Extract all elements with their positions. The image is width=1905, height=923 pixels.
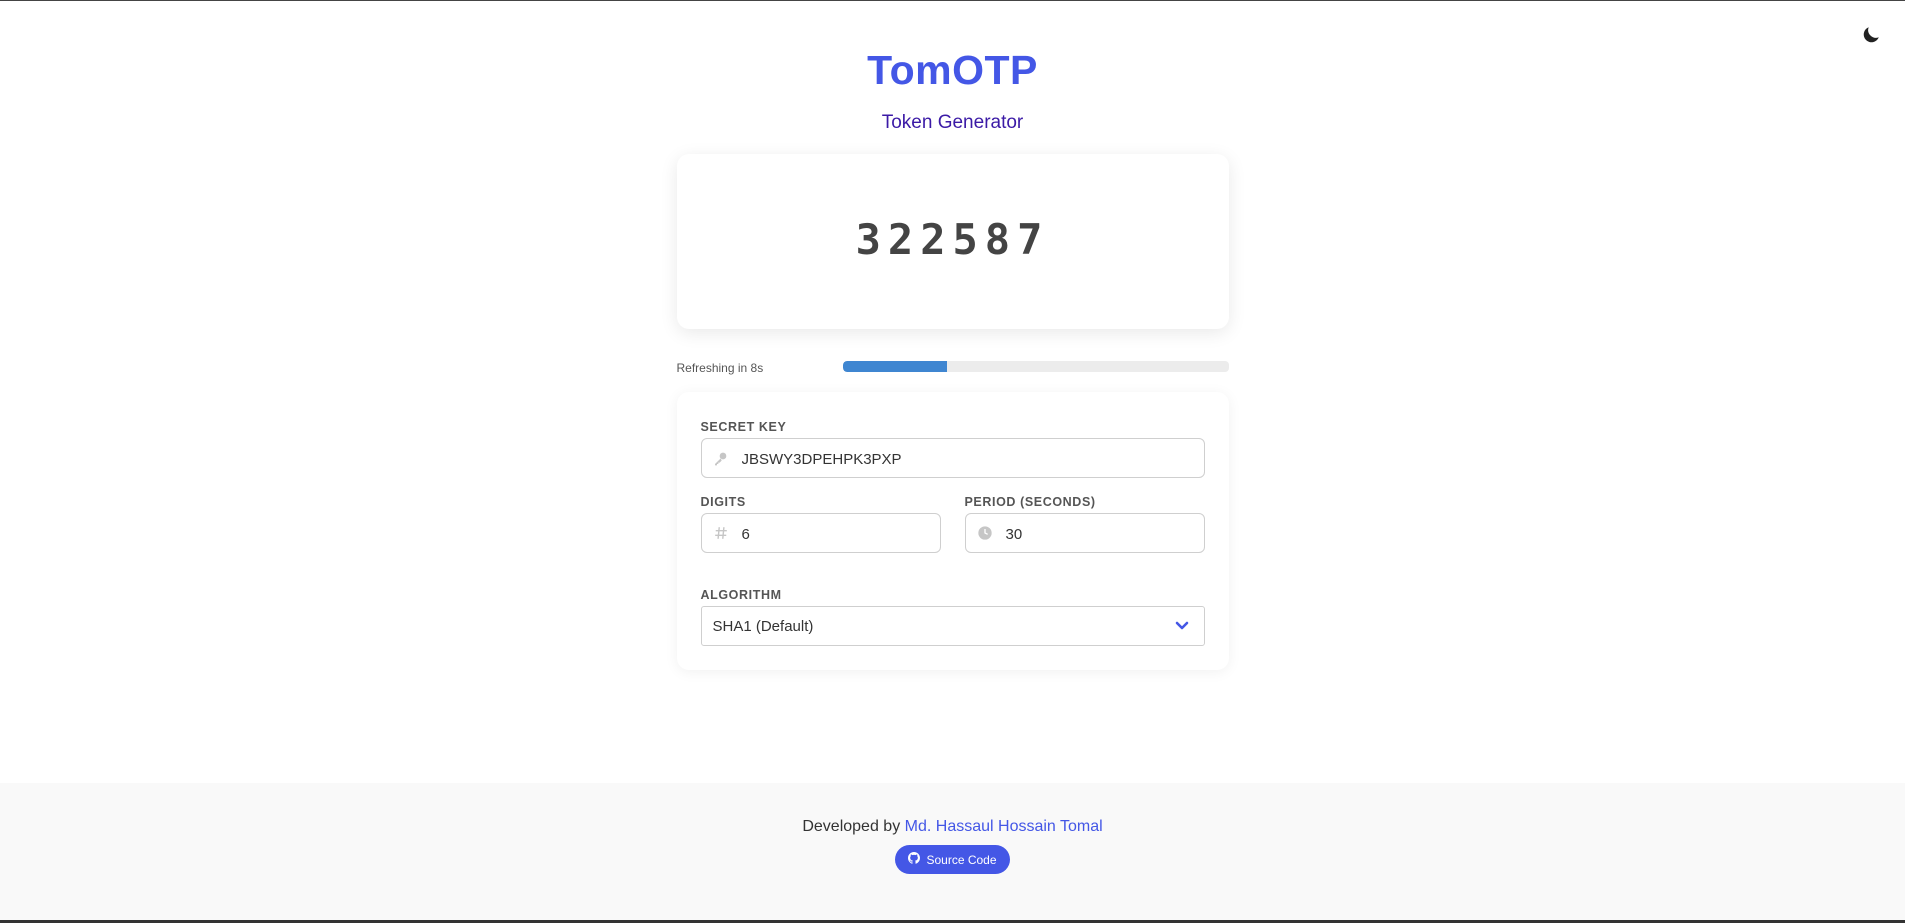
digits-period-row: DIGITS PERIOD (SECONDS) <box>700 495 1205 553</box>
algorithm-selected-value: SHA1 (Default) <box>712 617 814 635</box>
header: TomOTP Token Generator <box>0 1 1905 134</box>
source-code-button[interactable]: Source Code <box>895 845 1010 874</box>
refresh-progress-bar <box>842 360 1229 372</box>
algorithm-label: ALGORITHM <box>700 588 782 602</box>
chevron-down-icon <box>1174 618 1190 634</box>
period-label: PERIOD (SECONDS) <box>964 495 1096 509</box>
secret-key-field: SECRET KEY <box>700 420 1205 478</box>
footer-credit: Developed by Md. Hassaul Hossain Tomal <box>0 818 1905 836</box>
algorithm-select[interactable]: SHA1 (Default) <box>700 606 1205 646</box>
developed-by-text: Developed by <box>802 818 901 835</box>
digits-input[interactable] <box>701 514 940 552</box>
app-subtitle: Token Generator <box>881 112 1024 133</box>
settings-card: SECRET KEY DIGITS <box>676 392 1229 670</box>
period-input-wrap[interactable] <box>964 513 1205 553</box>
period-input[interactable] <box>965 514 1204 552</box>
refresh-row: Refreshing in 8s <box>676 360 1229 375</box>
digits-label: DIGITS <box>700 495 746 509</box>
moon-icon <box>1860 24 1882 51</box>
theme-toggle-button[interactable] <box>1857 23 1885 51</box>
digits-input-wrap[interactable] <box>700 513 941 553</box>
token-card[interactable]: 322587 <box>676 154 1229 329</box>
period-field: PERIOD (SECONDS) <box>964 495 1205 553</box>
hash-icon <box>712 524 730 542</box>
main-container: 322587 Refreshing in 8s SECRET KEY JBSWY… <box>676 154 1229 670</box>
key-icon <box>712 449 730 467</box>
author-link[interactable]: Md. Hassaul Hossain Tomal <box>905 818 1103 835</box>
app-title: TomOTP <box>867 47 1038 93</box>
source-code-label: Source Code <box>926 852 997 867</box>
algorithm-field: ALGORITHM SHA1 (Default) <box>700 588 1205 646</box>
page: TomOTP Token Generator 322587 Refreshing… <box>0 0 1905 923</box>
secret-key-label: SECRET KEY <box>700 420 787 434</box>
refresh-countdown: Refreshing in 8s <box>676 361 764 375</box>
digits-field: DIGITS <box>700 495 941 553</box>
token-value[interactable]: 322587 <box>856 215 1050 264</box>
github-icon <box>908 852 921 867</box>
footer: Developed by Md. Hassaul Hossain Tomal S… <box>0 783 1905 923</box>
secret-key-input[interactable] <box>701 439 1204 477</box>
secret-key-input-wrap[interactable] <box>700 438 1205 478</box>
refresh-progress-fill <box>842 360 947 372</box>
clock-icon <box>976 524 994 542</box>
